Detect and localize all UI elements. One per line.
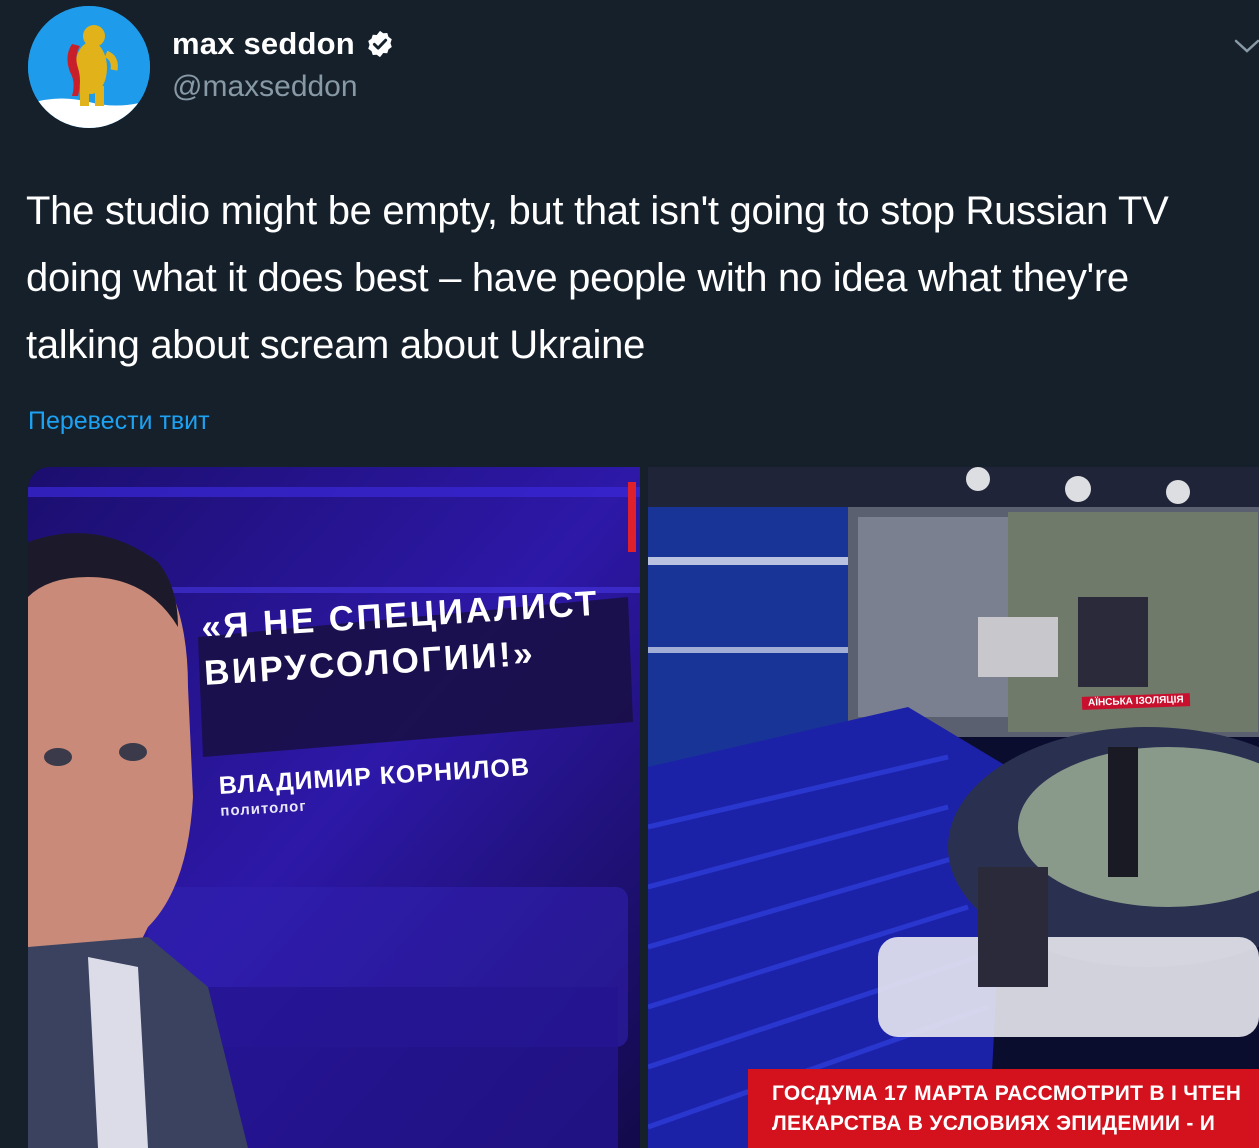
news-ticker: ГОСДУМА 17 МАРТА РАССМОТРИТ В I ЧТЕН ЛЕК… [748,1069,1259,1148]
tweet-media[interactable]: «Я НЕ СПЕЦИАЛИСТ ВИРУСОЛОГИИ!» ВЛАДИМИР … [28,467,1259,1148]
chevron-down-icon[interactable] [1232,36,1259,56]
author-display-name[interactable]: max seddon [172,26,355,62]
ticker-line-1: ГОСДУМА 17 МАРТА РАССМОТРИТ В I ЧТЕН [772,1082,1242,1105]
empty-studio-photo [648,467,1259,1148]
media-image-right[interactable]: АЇНСЬКА ІЗОЛЯЦІЯ ГОСДУМА 17 МАРТА РАССМО… [648,467,1259,1148]
media-image-left[interactable]: «Я НЕ СПЕЦИАЛИСТ ВИРУСОЛОГИИ!» ВЛАДИМИР … [28,467,640,1148]
verified-badge-icon [368,30,392,58]
author-handle[interactable]: @maxseddon [172,70,358,104]
translate-tweet-link[interactable]: Перевести твит [28,407,210,436]
tweet-text: The studio might be empty, but that isn'… [26,189,1169,367]
ticker-line-2: ЛЕКАРСТВА В УСЛОВИЯХ ЭПИДЕМИИ - И [772,1112,1216,1135]
author-avatar[interactable] [28,6,150,128]
bear-coat-of-arms-avatar [28,6,150,128]
